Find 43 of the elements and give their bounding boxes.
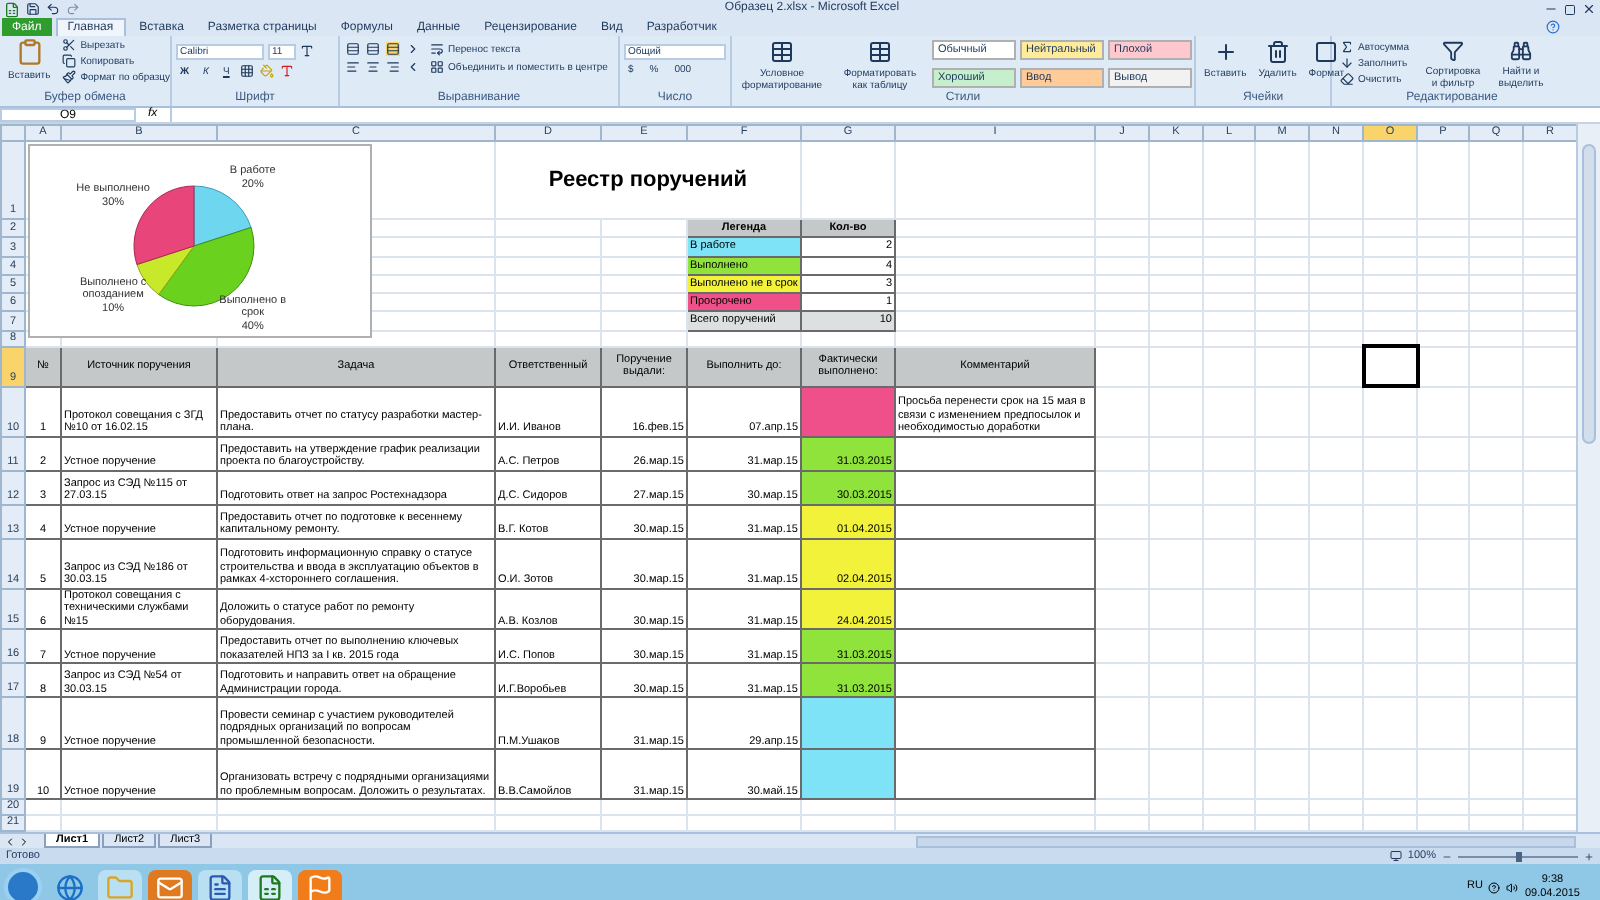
align-right-icon[interactable] — [386, 60, 400, 74]
zoom-thumb[interactable] — [1516, 851, 1522, 861]
arrow-down-icon — [1340, 56, 1354, 70]
borders-icon[interactable] — [239, 64, 254, 78]
volume-icon[interactable] — [1506, 881, 1519, 893]
binoculars-icon — [1510, 40, 1532, 62]
minimize-icon[interactable] — [1544, 2, 1558, 16]
format-icon — [1314, 40, 1339, 64]
spreadsheet-app-icon[interactable] — [248, 869, 292, 900]
help-icon[interactable] — [1546, 20, 1560, 34]
copy-icon — [62, 54, 77, 68]
delete-icon — [1265, 40, 1290, 64]
align-center-icon[interactable] — [366, 60, 380, 74]
sigma-icon — [1340, 40, 1354, 54]
fill-color-icon[interactable] — [259, 64, 274, 78]
vertical-scrollbar[interactable] — [1576, 124, 1600, 832]
conditional-format-icon — [770, 40, 794, 64]
normal-view-icon[interactable] — [1389, 850, 1402, 862]
paintbrush-icon — [62, 70, 77, 84]
wrap-text-icon — [430, 42, 444, 56]
font-color-icon[interactable] — [279, 64, 294, 78]
close-icon[interactable] — [1582, 2, 1596, 16]
mail-app-icon[interactable] — [148, 869, 192, 900]
clipboard-icon — [15, 38, 44, 66]
merge-icon — [430, 60, 444, 74]
scissors-icon — [62, 38, 77, 52]
undo-icon[interactable] — [46, 2, 60, 16]
app-icon — [4, 1, 20, 17]
horizontal-scrollbar[interactable] — [916, 835, 1576, 847]
start-button[interactable] — [4, 868, 42, 900]
table-icon — [868, 40, 892, 64]
help-icon[interactable] — [1488, 881, 1501, 893]
insert-icon — [1213, 40, 1238, 64]
zoom-in-icon[interactable] — [1584, 851, 1594, 861]
app-icon[interactable] — [298, 869, 342, 900]
filter-icon — [1442, 40, 1464, 62]
sheet-heading: Реестр поручений — [548, 167, 748, 192]
grow-font-icon[interactable] — [300, 44, 314, 58]
document-app-icon[interactable] — [198, 869, 242, 900]
save-icon[interactable] — [26, 2, 40, 16]
maximize-icon[interactable] — [1564, 3, 1576, 15]
eraser-icon — [1340, 72, 1354, 86]
align-left-icon[interactable] — [346, 60, 360, 74]
